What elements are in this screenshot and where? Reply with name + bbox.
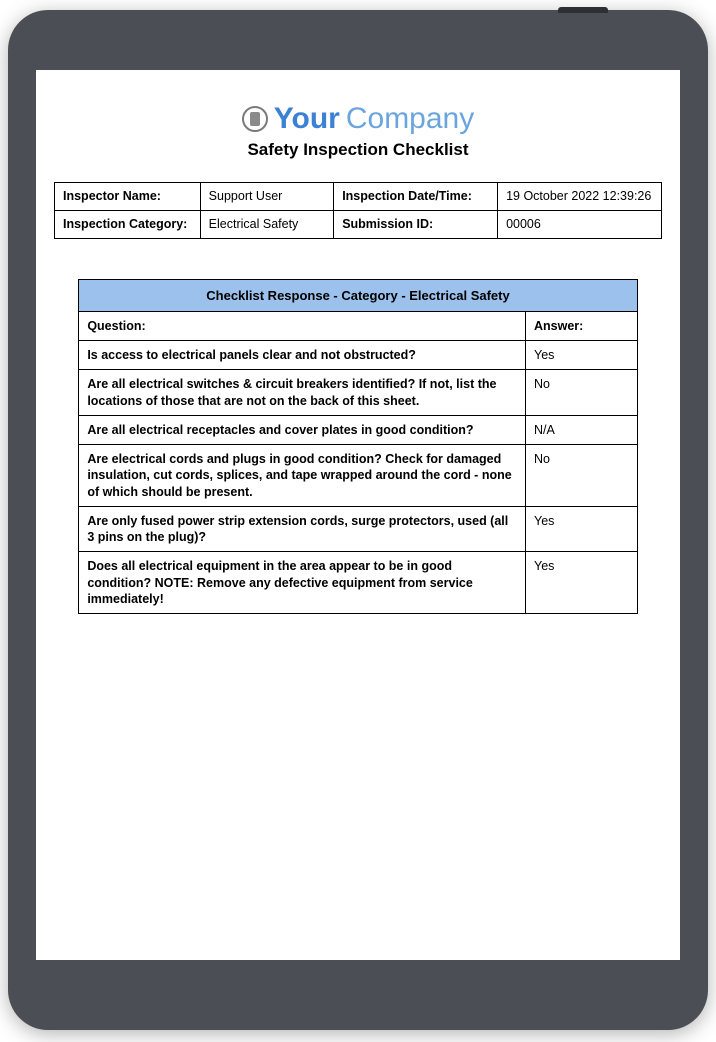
question-column-header: Question: (79, 311, 526, 340)
checklist-section-header: Checklist Response - Category - Electric… (79, 279, 637, 311)
checklist-answer: N/A (526, 415, 638, 444)
checklist-table: Checklist Response - Category - Electric… (78, 279, 637, 614)
checklist-answer: No (526, 445, 638, 507)
checklist-question: Does all electrical equipment in the are… (79, 552, 526, 614)
checklist-answer: No (526, 370, 638, 416)
logo-text-strong: Your (274, 102, 340, 136)
checklist-answer: Yes (526, 506, 638, 552)
document-subtitle: Safety Inspection Checklist (54, 140, 662, 160)
inspection-datetime-value: 19 October 2022 12:39:26 (498, 183, 662, 211)
checklist-question: Are only fused power strip extension cor… (79, 506, 526, 552)
inspection-datetime-label: Inspection Date/Time: (334, 183, 498, 211)
table-row: Inspection Category: Electrical Safety S… (55, 210, 662, 238)
inspector-name-label: Inspector Name: (55, 183, 201, 211)
table-row: Question: Answer: (79, 311, 637, 340)
checklist-question: Is access to electrical panels clear and… (79, 341, 526, 370)
table-row: Inspector Name: Support User Inspection … (55, 183, 662, 211)
company-logo-icon (242, 106, 268, 132)
power-button (558, 7, 608, 13)
logo-text-light: Company (346, 102, 474, 136)
inspection-category-label: Inspection Category: (55, 210, 201, 238)
table-row: Checklist Response - Category - Electric… (79, 279, 637, 311)
checklist-question: Are all electrical switches & circuit br… (79, 370, 526, 416)
info-table: Inspector Name: Support User Inspection … (54, 182, 662, 239)
checklist-answer: Yes (526, 341, 638, 370)
checklist-question: Are electrical cords and plugs in good c… (79, 445, 526, 507)
tablet-frame: Your Company Safety Inspection Checklist… (8, 10, 708, 1030)
checklist-question: Are all electrical receptacles and cover… (79, 415, 526, 444)
table-row: Does all electrical equipment in the are… (79, 552, 637, 614)
answer-column-header: Answer: (526, 311, 638, 340)
logo-row: Your Company (54, 102, 662, 136)
submission-id-label: Submission ID: (334, 210, 498, 238)
checklist-answer: Yes (526, 552, 638, 614)
table-row: Are all electrical switches & circuit br… (79, 370, 637, 416)
inspection-category-value: Electrical Safety (200, 210, 334, 238)
table-row: Are all electrical receptacles and cover… (79, 415, 637, 444)
inspector-name-value: Support User (200, 183, 334, 211)
document-screen: Your Company Safety Inspection Checklist… (36, 70, 680, 960)
table-row: Is access to electrical panels clear and… (79, 341, 637, 370)
table-row: Are electrical cords and plugs in good c… (79, 445, 637, 507)
table-row: Are only fused power strip extension cor… (79, 506, 637, 552)
submission-id-value: 00006 (498, 210, 662, 238)
